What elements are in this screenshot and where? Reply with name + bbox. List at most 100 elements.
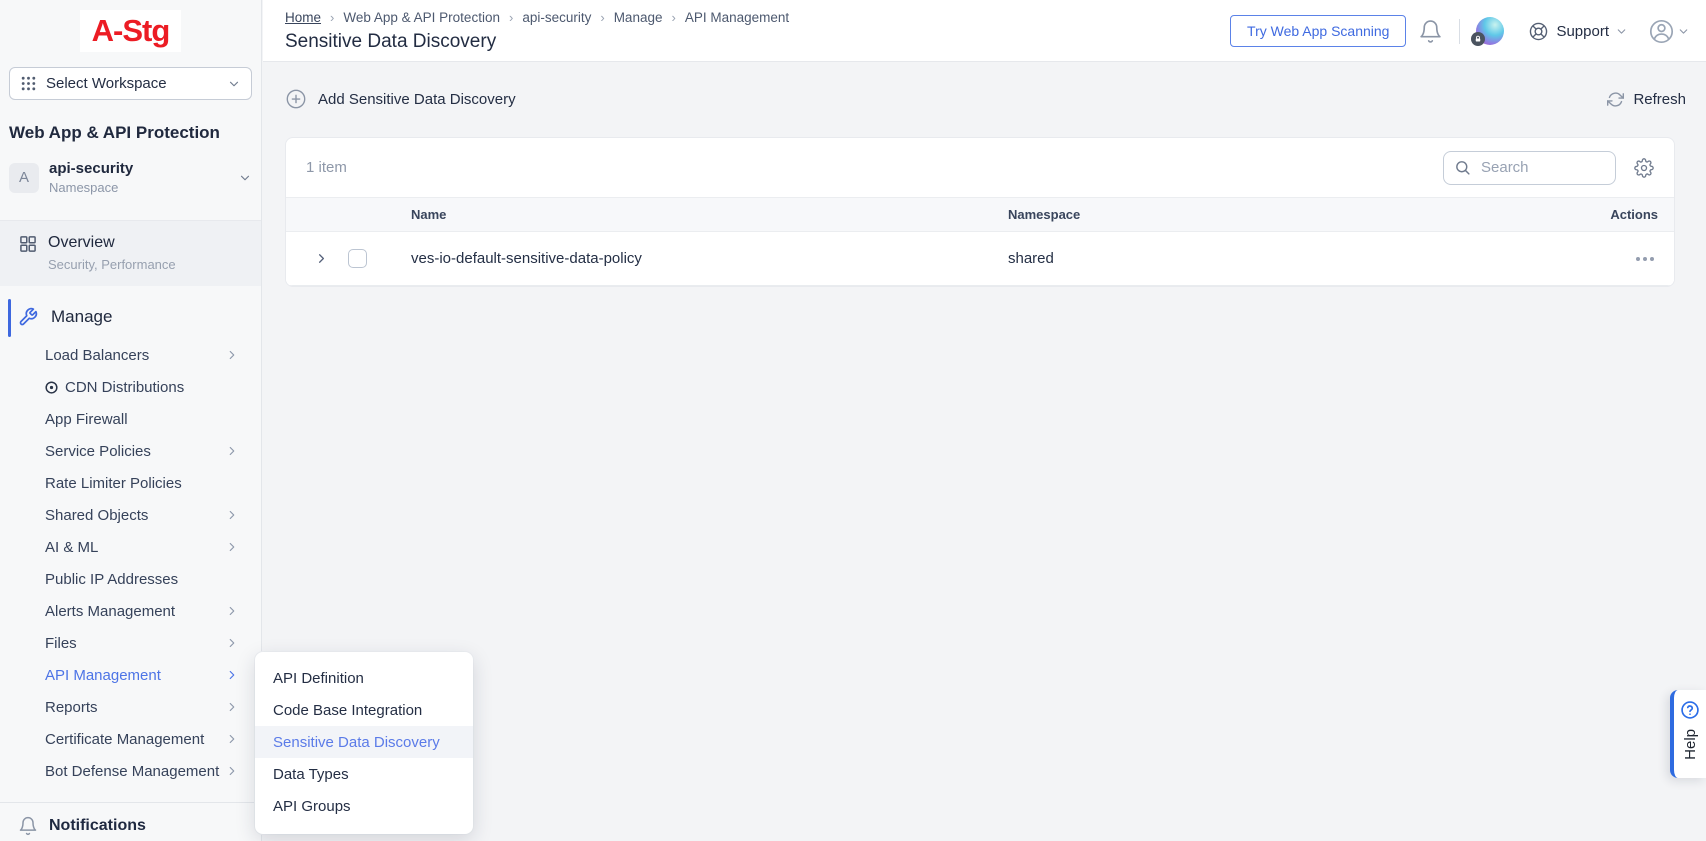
sidebar-item-ai-ml[interactable]: AI & ML bbox=[0, 531, 261, 563]
topbar-actions: Try Web App Scanning Support bbox=[1230, 0, 1690, 62]
flyout-item-api-groups[interactable]: API Groups bbox=[255, 790, 473, 822]
action-bar: Add Sensitive Data Discovery Refresh bbox=[285, 78, 1686, 120]
breadcrumb-separator: › bbox=[508, 10, 514, 25]
sidebar-item-label: Reports bbox=[45, 698, 98, 716]
table-card: 1 item Name Namespace A bbox=[285, 137, 1675, 287]
row-namespace: shared bbox=[1008, 250, 1054, 267]
sidebar-item-app-firewall[interactable]: App Firewall bbox=[0, 403, 261, 435]
wrench-icon bbox=[18, 307, 38, 327]
sidebar-item-public-ip-addresses[interactable]: Public IP Addresses bbox=[0, 563, 261, 595]
namespace-selector[interactable]: A api-security Namespace bbox=[9, 160, 252, 195]
table-body: ves-io-default-sensitive-data-policy shar… bbox=[286, 232, 1674, 286]
row-actions-menu[interactable] bbox=[1636, 232, 1674, 285]
breadcrumb-item-api-management[interactable]: API Management bbox=[685, 10, 789, 25]
breadcrumb-separator: › bbox=[600, 10, 605, 25]
avatar[interactable] bbox=[1471, 17, 1505, 46]
sidebar-item-label: API Management bbox=[45, 666, 161, 684]
sidebar-item-manage[interactable]: Manage bbox=[0, 299, 261, 337]
sidebar-item-label: Certificate Management bbox=[45, 730, 205, 748]
search-input[interactable] bbox=[1479, 158, 1605, 177]
breadcrumb-item-api-security[interactable]: api-security bbox=[522, 10, 591, 25]
page-title: Sensitive Data Discovery bbox=[285, 31, 497, 52]
refresh-icon bbox=[1607, 91, 1625, 108]
sidebar-item-rate-limiter-policies[interactable]: Rate Limiter Policies bbox=[0, 467, 261, 499]
breadcrumb-separator: › bbox=[671, 10, 676, 25]
sidebar-item-load-balancers[interactable]: Load Balancers bbox=[0, 339, 261, 371]
chevron-right-icon bbox=[225, 604, 239, 618]
breadcrumb-separator: › bbox=[330, 10, 335, 25]
breadcrumb-item-manage[interactable]: Manage bbox=[614, 10, 663, 25]
main-content: Add Sensitive Data Discovery Refresh 1 i… bbox=[263, 62, 1706, 841]
logo-container: A-Stg bbox=[0, 10, 261, 52]
table-header-row: Name Namespace Actions bbox=[286, 197, 1674, 232]
help-circle-icon bbox=[1680, 700, 1700, 720]
sidebar-item-shared-objects[interactable]: Shared Objects bbox=[0, 499, 261, 531]
sidebar-item-label: Rate Limiter Policies bbox=[45, 474, 182, 492]
sidebar: A-Stg Select Workspace Web App & API Pro… bbox=[0, 0, 262, 841]
topbar: Home › Web App & API Protection › api-securi… bbox=[263, 0, 1706, 62]
try-web-app-scanning-button[interactable]: Try Web App Scanning bbox=[1230, 15, 1407, 47]
table-row[interactable]: ves-io-default-sensitive-data-policy shar… bbox=[286, 232, 1674, 286]
sidebar-item-cdn-distributions[interactable]: CDN Distributions bbox=[0, 371, 261, 403]
chevron-down-icon bbox=[227, 77, 241, 91]
column-header-actions: Actions bbox=[1610, 207, 1658, 222]
app-window: A-Stg Select Workspace Web App & API Pro… bbox=[0, 0, 1706, 841]
chevron-right-icon bbox=[225, 348, 239, 362]
sidebar-nav: Load Balancers CDN Distributions App Firew… bbox=[0, 339, 261, 787]
sidebar-item-files[interactable]: Files bbox=[0, 627, 261, 659]
flyout-item-sensitive-data-discovery[interactable]: Sensitive Data Discovery bbox=[255, 726, 473, 758]
chevron-right-icon bbox=[225, 508, 239, 522]
chevron-right-icon bbox=[225, 668, 239, 682]
chevron-right-icon bbox=[225, 636, 239, 650]
lifebuoy-icon bbox=[1528, 21, 1549, 42]
row-lead bbox=[286, 249, 411, 268]
support-menu[interactable]: Support bbox=[1528, 21, 1628, 42]
namespace-texts: api-security Namespace bbox=[49, 160, 228, 195]
bullseye-icon bbox=[44, 380, 59, 395]
sidebar-item-label: Shared Objects bbox=[45, 506, 149, 524]
bell-icon bbox=[18, 816, 38, 836]
item-count: 1 item bbox=[306, 159, 347, 176]
topbar-divider bbox=[1459, 18, 1461, 44]
brand-logo[interactable]: A-Stg bbox=[79, 10, 182, 52]
row-checkbox[interactable] bbox=[348, 249, 367, 268]
grid-icon bbox=[18, 234, 38, 254]
bell-icon[interactable] bbox=[1418, 19, 1443, 44]
search-icon bbox=[1454, 159, 1471, 176]
sidebar-item-certificate-management[interactable]: Certificate Management bbox=[0, 723, 261, 755]
add-sensitive-data-discovery-button[interactable]: Add Sensitive Data Discovery bbox=[285, 88, 516, 110]
breadcrumb-item-home[interactable]: Home bbox=[285, 10, 321, 25]
workspace-selector[interactable]: Select Workspace bbox=[9, 67, 252, 100]
column-header-namespace: Namespace bbox=[1008, 207, 1081, 222]
help-tab[interactable]: Help bbox=[1670, 690, 1706, 778]
sidebar-item-label: CDN Distributions bbox=[65, 378, 185, 396]
namespace-avatar: A bbox=[9, 162, 39, 193]
expand-chevron-icon[interactable] bbox=[314, 251, 329, 266]
row-name[interactable]: ves-io-default-sensitive-data-policy bbox=[411, 250, 1008, 267]
flyout-item-code-base-integration[interactable]: Code Base Integration bbox=[255, 694, 473, 726]
gear-icon[interactable] bbox=[1634, 157, 1654, 178]
overview-label: Overview bbox=[48, 234, 115, 251]
refresh-button[interactable]: Refresh bbox=[1607, 91, 1686, 108]
chevron-right-icon bbox=[225, 700, 239, 714]
sidebar-item-alerts-management[interactable]: Alerts Management bbox=[0, 595, 261, 627]
account-menu[interactable] bbox=[1648, 18, 1690, 45]
sidebar-item-label: Public IP Addresses bbox=[45, 570, 179, 588]
overview-sublabel: Security, Performance bbox=[48, 257, 176, 272]
sidebar-item-overview[interactable]: Overview Security, Performance bbox=[0, 221, 261, 286]
grid-dots-icon bbox=[20, 75, 37, 92]
flyout-item-api-definition[interactable]: API Definition bbox=[255, 662, 473, 694]
breadcrumb-item-web-app-api-protection[interactable]: Web App & API Protection bbox=[343, 10, 500, 25]
chevron-down-icon bbox=[238, 171, 252, 185]
breadcrumb: Home › Web App & API Protection › api-securi… bbox=[285, 10, 789, 25]
sidebar-item-notifications[interactable]: Notifications bbox=[0, 802, 261, 841]
sidebar-item-reports[interactable]: Reports bbox=[0, 691, 261, 723]
sidebar-item-api-management[interactable]: API Management bbox=[0, 659, 261, 691]
add-label: Add Sensitive Data Discovery bbox=[318, 90, 516, 108]
sidebar-item-service-policies[interactable]: Service Policies bbox=[0, 435, 261, 467]
sidebar-item-bot-defense-management[interactable]: Bot Defense Management bbox=[0, 755, 261, 787]
chevron-down-icon bbox=[1679, 28, 1688, 34]
flyout-item-data-types[interactable]: Data Types bbox=[255, 758, 473, 790]
column-header-name: Name bbox=[411, 207, 447, 222]
sidebar-item-label: App Firewall bbox=[45, 410, 128, 428]
